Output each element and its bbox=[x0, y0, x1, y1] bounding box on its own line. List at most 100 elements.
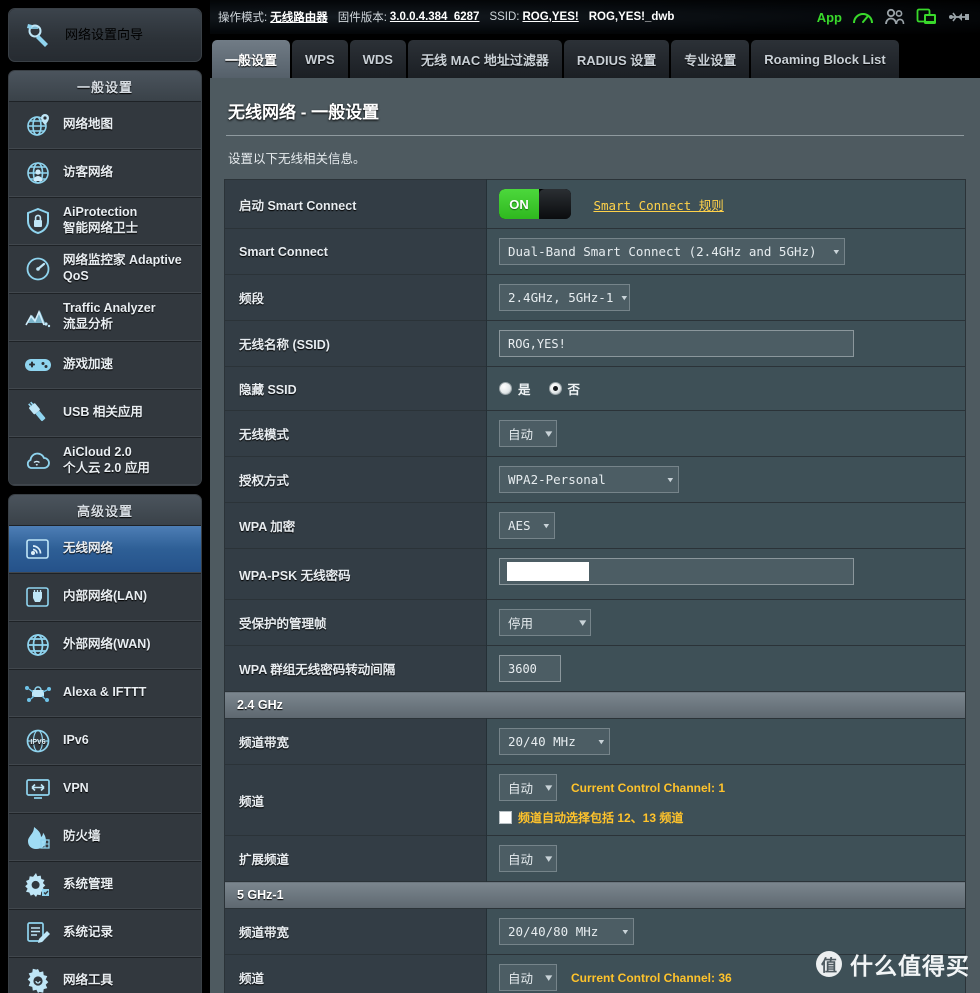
page-description: 设置以下无线相关信息。 bbox=[228, 152, 366, 166]
chevron-down-icon: ▾ bbox=[579, 617, 587, 629]
bandwidth-24-value: 20/40 MHz bbox=[508, 734, 576, 749]
sidebar-item-label: USB 相关应用 bbox=[63, 405, 143, 420]
sidebar-general-header: 一般设置 bbox=[9, 71, 201, 101]
auth-method-select[interactable]: WPA2-Personal ▾ bbox=[499, 466, 679, 493]
channel-24-select[interactable]: 自动 ▾ bbox=[499, 774, 557, 801]
channel-5-select[interactable]: 自动 ▾ bbox=[499, 964, 557, 991]
sidebar-item-network-map[interactable]: 网络地图 bbox=[9, 101, 201, 149]
sidebar-item-label-line2: 个人云 2.0 应用 bbox=[63, 461, 150, 475]
sidebar-item-label: 系统记录 bbox=[63, 925, 114, 940]
sidebar-item-system-log[interactable]: 系统记录 bbox=[9, 909, 201, 957]
clients-icon[interactable] bbox=[884, 8, 906, 26]
sidebar-item-traffic-analyzer[interactable]: Traffic Analyzer 流显分析 bbox=[9, 293, 201, 341]
sidebar-item-lan[interactable]: 内部网络(LAN) bbox=[9, 573, 201, 621]
row-smart-connect: Smart Connect Dual-Band Smart Connect (2… bbox=[224, 228, 966, 275]
guest-network-icon bbox=[21, 157, 55, 189]
wireless-mode-select[interactable]: 自动 ▾ bbox=[499, 420, 557, 447]
ssid-value-24g[interactable]: ROG,YES! bbox=[522, 11, 578, 23]
channel-5-value: 自动 bbox=[508, 972, 534, 986]
channel-auto-include-label: 频道自动选择包括 12、13 频道 bbox=[518, 811, 684, 825]
usb-devices-icon[interactable] bbox=[916, 8, 938, 26]
row-hide-ssid: 隐藏 SSID 是 否 bbox=[224, 366, 966, 411]
tab-mac-filter[interactable]: 无线 MAC 地址过滤器 bbox=[407, 40, 562, 78]
bandwidth-24-select[interactable]: 20/40 MHz ▾ bbox=[499, 728, 610, 755]
wpa-rekey-input[interactable]: 3600 bbox=[499, 655, 561, 682]
sidebar-item-usb-application[interactable]: USB 相关应用 bbox=[9, 389, 201, 437]
sidebar-item-label: 网络工具 bbox=[63, 973, 114, 988]
sidebar-item-aiprotection[interactable]: AiProtection 智能网络卫士 bbox=[9, 197, 201, 245]
row-ssid: 无线名称 (SSID) ROG,YES! bbox=[224, 320, 966, 367]
section-5ghz-1-title: 5 GHz-1 bbox=[224, 881, 966, 909]
sidebar-item-wireless[interactable]: 无线网络 bbox=[9, 525, 201, 573]
chevron-down-icon: ▾ bbox=[666, 473, 675, 486]
row-smart-connect-enable: 启动 Smart Connect ON Smart Connect 规则 bbox=[224, 179, 966, 229]
label-wpa-psk: WPA-PSK 无线密码 bbox=[224, 548, 487, 600]
qos-gauge-icon bbox=[21, 253, 55, 285]
label-5-channel: 频道 bbox=[224, 954, 487, 993]
sidebar-item-wan[interactable]: 外部网络(WAN) bbox=[9, 621, 201, 669]
row-5-channel: 频道 自动 ▾ Current Control Channel: 36 bbox=[224, 954, 966, 993]
band-select[interactable]: 2.4GHz, 5GHz-1 ▾ bbox=[499, 284, 630, 311]
bandwidth-5-select[interactable]: 20/40/80 MHz ▾ bbox=[499, 918, 634, 945]
section-2-4ghz: 2.4 GHz bbox=[224, 691, 966, 719]
tab-wps[interactable]: WPS bbox=[292, 40, 348, 78]
hide-ssid-radio-no[interactable] bbox=[548, 382, 562, 395]
sidebar-item-vpn[interactable]: VPN bbox=[9, 765, 201, 813]
traffic-analyzer-icon bbox=[21, 301, 55, 333]
sidebar-item-firewall[interactable]: 防火墙 bbox=[9, 813, 201, 861]
ext-channel-24-select[interactable]: 自动 ▾ bbox=[499, 845, 557, 872]
chevron-down-icon: ▾ bbox=[621, 925, 630, 938]
channel-auto-include-checkbox[interactable] bbox=[499, 811, 512, 824]
row-24-ext-channel: 扩展频道 自动 ▾ bbox=[224, 835, 966, 882]
label-wpa-rekey: WPA 群组无线密码转动间隔 bbox=[224, 645, 487, 692]
band-value: 2.4GHz, 5GHz-1 bbox=[508, 290, 614, 305]
label-smart-connect: Smart Connect bbox=[224, 228, 487, 275]
hide-ssid-radio-yes[interactable] bbox=[499, 382, 512, 395]
speedometer-icon[interactable] bbox=[852, 8, 874, 26]
chevron-down-icon: ▾ bbox=[597, 735, 606, 748]
page-title: 无线网络 - 一般设置 bbox=[228, 103, 380, 122]
usb-icon[interactable] bbox=[948, 9, 970, 25]
smart-connect-rule-link[interactable]: Smart Connect 规则 bbox=[593, 198, 723, 213]
sidebar-wizard-panel: 网络设置向导 bbox=[8, 8, 202, 62]
sidebar-item-aicloud[interactable]: AiCloud 2.0 个人云 2.0 应用 bbox=[9, 437, 201, 485]
current-control-channel-24: Current Control Channel: 1 bbox=[571, 780, 726, 795]
sidebar-wizard-label: 网络设置向导 bbox=[65, 26, 144, 42]
pmf-select[interactable]: 停用 ▾ bbox=[499, 609, 591, 636]
app-link[interactable]: App bbox=[817, 10, 842, 25]
wan-globe-icon bbox=[21, 629, 55, 661]
sidebar-item-label: 无线网络 bbox=[63, 541, 114, 556]
tab-general[interactable]: 一般设置 bbox=[212, 40, 291, 78]
sidebar-advanced-header: 高级设置 bbox=[9, 495, 201, 525]
section-2-4ghz-title: 2.4 GHz bbox=[224, 691, 966, 719]
firmware-value[interactable]: 3.0.0.4.384_6287 bbox=[390, 11, 480, 23]
tab-wds[interactable]: WDS bbox=[349, 40, 406, 78]
toggle-knob bbox=[539, 189, 571, 219]
ext-channel-24-value: 自动 bbox=[508, 853, 534, 867]
hide-ssid-radio-group: 是 否 bbox=[499, 379, 955, 398]
tab-radius[interactable]: RADIUS 设置 bbox=[563, 40, 670, 78]
sidebar-item-network-tools[interactable]: 网络工具 bbox=[9, 957, 201, 993]
sidebar-item-alexa-ifttt[interactable]: Alexa & IFTTT bbox=[9, 669, 201, 717]
sidebar-item-network-wizard[interactable]: 网络设置向导 bbox=[9, 9, 201, 61]
tab-roaming-block-list[interactable]: Roaming Block List bbox=[751, 40, 899, 78]
sidebar-item-administration[interactable]: 系统管理 bbox=[9, 861, 201, 909]
content-panel: 无线网络 - 一般设置 设置以下无线相关信息。 启动 Smart Connect… bbox=[210, 78, 980, 993]
smart-connect-toggle[interactable]: ON bbox=[499, 189, 571, 219]
tab-professional[interactable]: 专业设置 bbox=[671, 40, 750, 78]
wpa-encryption-select[interactable]: AES ▾ bbox=[499, 512, 555, 539]
network-map-icon bbox=[21, 109, 55, 141]
sidebar-item-guest-network[interactable]: 访客网络 bbox=[9, 149, 201, 197]
ssid-input[interactable]: ROG,YES! bbox=[499, 330, 854, 357]
sidebar-item-ipv6[interactable]: IPV6 IPv6 bbox=[9, 717, 201, 765]
op-mode-value[interactable]: 无线路由器 bbox=[270, 9, 328, 25]
sidebar-item-game-boost[interactable]: 游戏加速 bbox=[9, 341, 201, 389]
sidebar-item-label: 内部网络(LAN) bbox=[63, 589, 148, 604]
sidebar-item-label: 访客网络 bbox=[63, 165, 114, 180]
smart-connect-select[interactable]: Dual-Band Smart Connect (2.4GHz and 5GHz… bbox=[499, 238, 845, 265]
sidebar-item-adaptive-qos[interactable]: 网络监控家 Adaptive QoS bbox=[9, 245, 201, 293]
row-wpa-psk: WPA-PSK 无线密码 bbox=[224, 548, 966, 600]
chevron-down-icon: ▾ bbox=[545, 428, 553, 440]
ipv6-icon: IPV6 bbox=[21, 725, 55, 757]
sidebar-item-label: 系统管理 bbox=[63, 877, 114, 892]
